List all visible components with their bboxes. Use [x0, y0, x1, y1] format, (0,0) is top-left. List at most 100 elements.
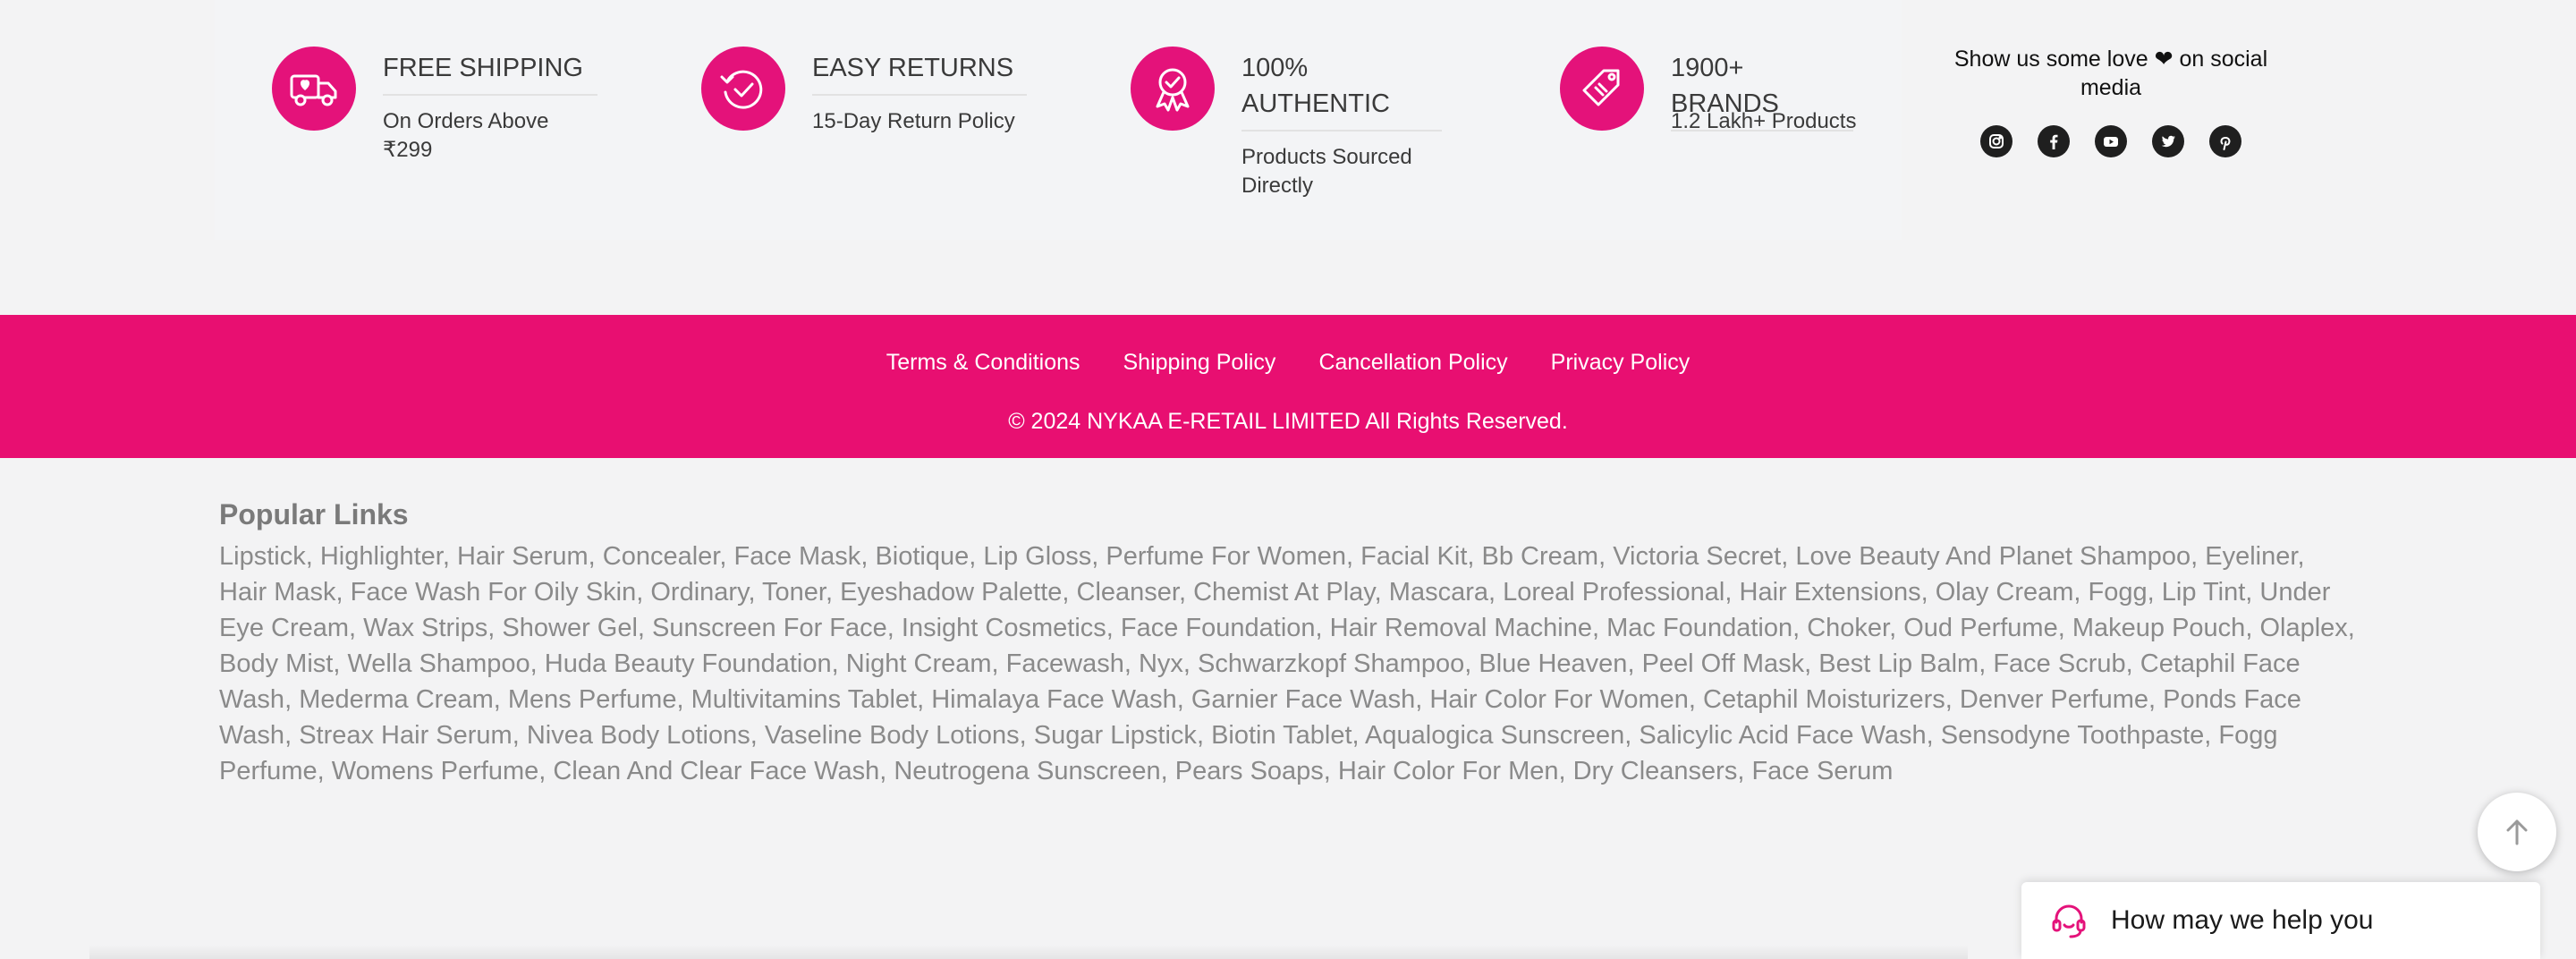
popular-link[interactable]: Bb Cream [1482, 542, 1599, 571]
headset-icon [2052, 904, 2086, 938]
popular-link[interactable]: Eyeshadow Palette [840, 578, 1062, 607]
popular-link[interactable]: Olay Cream [1936, 578, 2074, 607]
twitter-icon[interactable] [2152, 125, 2184, 157]
popular-link[interactable]: Biotique [875, 542, 969, 571]
price-tag-icon [1560, 47, 1644, 131]
facebook-icon[interactable] [2038, 125, 2070, 157]
shipping-policy-link[interactable]: Shipping Policy [1123, 347, 1276, 378]
popular-link[interactable]: Face Foundation [1121, 614, 1316, 642]
popular-link[interactable]: Denver Perfume [1960, 685, 2148, 714]
popular-link[interactable]: Streax Hair Serum [299, 721, 513, 750]
popular-link[interactable]: Peel Off Mask [1642, 649, 1805, 678]
popular-link[interactable]: Mederma Cream [299, 685, 494, 714]
social-section: Show us some love ❤ on social media [1941, 45, 2281, 157]
popular-link[interactable]: Sunscreen For Face [652, 614, 887, 642]
popular-link[interactable]: Blue Heaven [1479, 649, 1627, 678]
popular-link[interactable]: Cleanser [1077, 578, 1179, 607]
popular-link[interactable]: Loreal Professional [1503, 578, 1724, 607]
popular-link[interactable]: Choker [1807, 614, 1889, 642]
popular-link[interactable]: Fogg [2089, 578, 2148, 607]
popular-link[interactable]: Vaseline Body Lotions [765, 721, 1020, 750]
arrow-up-icon [2506, 819, 2528, 845]
popular-link[interactable]: Concealer [603, 542, 720, 571]
social-icons [1941, 125, 2281, 157]
popular-link[interactable]: Oud Perfume [1903, 614, 2057, 642]
footer-bar: Terms & Conditions Shipping Policy Cance… [0, 315, 2576, 458]
copyright-text: © 2024 NYKAA E-RETAIL LIMITED All Rights… [1008, 409, 1568, 434]
popular-link[interactable]: Insight Cosmetics [902, 614, 1106, 642]
youtube-icon[interactable] [2095, 125, 2127, 157]
popular-link[interactable]: Nyx [1139, 649, 1183, 678]
popular-links-list: Lipstick, Highlighter, Hair Serum, Conce… [219, 542, 2355, 785]
popular-link[interactable]: Garnier Face Wash [1191, 685, 1415, 714]
popular-link[interactable]: Mascara [1389, 578, 1488, 607]
popular-link[interactable]: Schwarzkopf Shampoo [1198, 649, 1464, 678]
returns-icon [701, 47, 785, 131]
popular-link[interactable]: Neutrogena Sunscreen [894, 757, 1160, 785]
popular-links-section: Popular Links Lipstick, Highlighter, Hai… [219, 492, 2357, 789]
popular-link[interactable]: Wella Shampoo [347, 649, 530, 678]
popular-link[interactable]: Highlighter [320, 542, 443, 571]
cancellation-policy-link[interactable]: Cancellation Policy [1318, 347, 1507, 378]
terms-link[interactable]: Terms & Conditions [886, 347, 1080, 378]
popular-link[interactable]: Huda Beauty Foundation [545, 649, 832, 678]
popular-link[interactable]: Facewash [1006, 649, 1124, 678]
popular-link[interactable]: Love Beauty And Planet Shampoo [1795, 542, 2190, 571]
scroll-to-top-button[interactable] [2478, 793, 2556, 871]
popular-link[interactable]: Face Wash For Oily Skin [351, 578, 637, 607]
popular-link[interactable]: Victoria Secret [1613, 542, 1781, 571]
privacy-policy-link[interactable]: Privacy Policy [1551, 347, 1690, 378]
help-widget-text: How may we help you [2111, 905, 2374, 935]
popular-link[interactable]: Biotin Tablet [1211, 721, 1352, 750]
popular-link[interactable]: Face Scrub [1993, 649, 2125, 678]
popular-link[interactable]: Pears Soaps [1175, 757, 1324, 785]
popular-link[interactable]: Makeup Pouch [2072, 614, 2245, 642]
feature-title: EASY RETURNS [812, 50, 1027, 96]
popular-link[interactable]: Best Lip Balm [1818, 649, 1979, 678]
popular-link[interactable]: Dry Cleansers [1573, 757, 1738, 785]
popular-link[interactable]: Lip Gloss [983, 542, 1091, 571]
popular-link[interactable]: Toner [762, 578, 826, 607]
popular-links-heading: Popular Links [219, 498, 409, 530]
popular-link[interactable]: Hair Color For Men [1338, 757, 1559, 785]
popular-link[interactable]: Chemist At Play [1193, 578, 1375, 607]
popular-link[interactable]: Shower Gel [502, 614, 638, 642]
help-chat-widget[interactable]: How may we help you [2021, 882, 2540, 959]
popular-link[interactable]: Perfume For Women [1106, 542, 1346, 571]
popular-link[interactable]: Facial Kit [1360, 542, 1467, 571]
popular-link[interactable]: Mac Foundation [1606, 614, 1792, 642]
popular-link[interactable]: Hair Color For Women [1429, 685, 1689, 714]
popular-link[interactable]: Hair Mask [219, 578, 336, 607]
instagram-icon[interactable] [1980, 125, 2012, 157]
popular-link[interactable]: Sensodyne Toothpaste [1941, 721, 2205, 750]
feature-title: 100% AUTHENTIC [1241, 50, 1442, 132]
popular-link[interactable]: Olaplex [2259, 614, 2347, 642]
popular-link[interactable]: Wax Strips [363, 614, 487, 642]
popular-link[interactable]: Face Serum [1751, 757, 1893, 785]
popular-link[interactable]: Nivea Body Lotions [527, 721, 750, 750]
features-section: FREE SHIPPING On Orders Above ₹299 EASY … [215, 0, 1902, 240]
popular-link[interactable]: Aqualogica Sunscreen [1365, 721, 1624, 750]
popular-link[interactable]: Hair Extensions [1740, 578, 1921, 607]
feature-subtitle: On Orders Above ₹299 [383, 109, 549, 162]
popular-link[interactable]: Body Mist [219, 649, 333, 678]
popular-link[interactable]: Night Cream [846, 649, 992, 678]
popular-link[interactable]: Clean And Clear Face Wash [553, 757, 879, 785]
popular-link[interactable]: Face Mask [733, 542, 860, 571]
popular-link[interactable]: Lip Tint [2162, 578, 2246, 607]
popular-link[interactable]: Cetaphil Moisturizers [1703, 685, 1945, 714]
authentic-badge-icon [1131, 47, 1215, 131]
popular-link[interactable]: Hair Serum [457, 542, 589, 571]
popular-link[interactable]: Multivitamins Tablet [691, 685, 918, 714]
popular-link[interactable]: Ordinary [650, 578, 748, 607]
popular-link[interactable]: Himalaya Face Wash [931, 685, 1177, 714]
popular-link[interactable]: Lipstick [219, 542, 306, 571]
feature-title: FREE SHIPPING [383, 50, 597, 96]
pinterest-icon[interactable] [2209, 125, 2241, 157]
popular-link[interactable]: Eyeliner [2205, 542, 2297, 571]
popular-link[interactable]: Mens Perfume [508, 685, 677, 714]
popular-link[interactable]: Sugar Lipstick [1034, 721, 1197, 750]
popular-link[interactable]: Womens Perfume [332, 757, 539, 785]
popular-link[interactable]: Salicylic Acid Face Wash [1639, 721, 1926, 750]
popular-link[interactable]: Hair Removal Machine [1330, 614, 1592, 642]
